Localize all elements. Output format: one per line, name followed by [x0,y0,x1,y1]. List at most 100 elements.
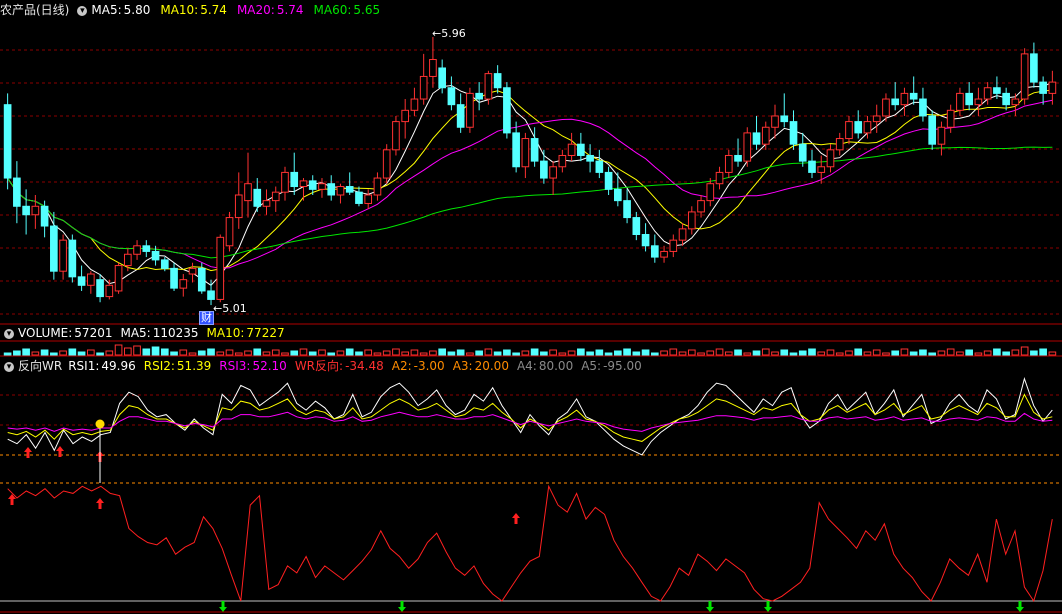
volume-bar [919,349,927,356]
candle-body [503,87,511,134]
volume-bar [456,349,465,356]
candle-body [197,267,206,292]
volume-bar [863,351,872,356]
candle-body [1048,81,1057,94]
vol-ma5-value: 110235 [152,326,199,340]
candle-body [50,225,58,272]
volume-bar [715,348,724,356]
volume-bar [299,348,308,356]
volume-bar [327,352,336,356]
candle-body [308,180,317,190]
volume-bar [530,348,539,356]
collapse-icon[interactable]: ▾ [77,5,88,16]
candle-body [1030,53,1038,83]
volume-bar [771,351,779,356]
vol-ma10-label: MA10: [206,326,245,340]
ma5-value: 5.80 [123,3,151,17]
volume-bar [466,352,474,356]
volume-bar [706,350,715,356]
volume-bar [650,352,659,356]
candle-body [77,276,86,286]
rsi-buy-arrow [24,447,32,458]
volume-bar [290,350,299,356]
candle-body [133,245,141,255]
collapse-icon[interactable]: ▾ [4,328,14,339]
volume-bar [623,348,631,356]
volume-bar [308,351,317,356]
candle-body [336,186,345,196]
volume-bar [410,349,419,356]
volume-bar [780,349,789,356]
volume-bar [207,348,215,356]
ma10-value: 5.74 [200,3,227,17]
candle-body [123,253,132,267]
candle-body [234,194,243,219]
low-price-value: 5.01 [222,302,247,315]
candle-body [660,250,668,258]
volume-bar [512,352,520,356]
wr-value: -34.48 [345,359,384,373]
volume-bar [244,350,252,356]
volume-bar [364,349,373,356]
chart-title: 农产品(日线) [0,3,70,17]
candle-body [105,284,114,298]
candlestick-series [3,36,1057,306]
candle-body [734,154,742,162]
low-price-label: ←5.01 [213,302,247,315]
volume-bar [567,350,576,356]
candle-body [355,191,363,204]
vol-ma10-value: 77227 [246,326,285,340]
collapse-icon[interactable]: ▾ [4,361,14,372]
candle-body [614,188,622,202]
wr-sell-arrow [398,601,406,612]
candle-body [382,149,391,179]
candle-body [512,132,520,168]
volume-bar [105,350,114,356]
candle-body [419,75,428,100]
candle-body [900,92,909,106]
candle-body [549,166,557,179]
finance-marker[interactable]: 财 [199,311,214,325]
candle-body [142,245,151,252]
candle-body [327,183,336,196]
candle-body [577,143,585,156]
volume-bar [1039,348,1047,356]
rsi3-value: 52.10 [252,359,287,373]
candle-body [697,200,705,213]
candle-body [475,92,483,100]
volume-bar [1048,351,1057,356]
candle-body [225,217,234,247]
candle-body [447,87,456,106]
volume-legend: ▾ VOLUME: 57201 MA5: 110235 MA10: 77227 [0,325,289,341]
candle-body [761,126,770,145]
volume-bar [493,351,502,356]
candle-body [179,279,188,289]
candle-body [59,239,67,272]
candle-body [429,59,437,77]
candle-body [3,104,12,179]
volume-bar [724,351,733,356]
candle-body [789,121,798,145]
wr-buy-arrow [512,513,520,524]
volume-bar [900,348,909,356]
candle-body [919,98,927,117]
candle-body [678,228,687,241]
candle-body [87,273,95,286]
wr-line [7,484,1053,603]
candle-body [937,126,946,145]
a2-label: A2: [391,359,412,373]
ma20-label: MA20: [236,3,275,17]
candle-body [114,265,123,292]
candle-body [530,138,539,162]
moving-average-lines [7,81,1053,286]
volume-bar [937,350,946,356]
candle-body [835,138,844,151]
volume-bar [271,349,280,356]
volume-bar [697,352,705,356]
candle-body [882,98,890,117]
candle-body [974,98,983,106]
volume-bar [382,350,391,356]
candle-body [983,87,992,100]
candle-body [1011,98,1020,106]
candle-body [946,109,955,128]
